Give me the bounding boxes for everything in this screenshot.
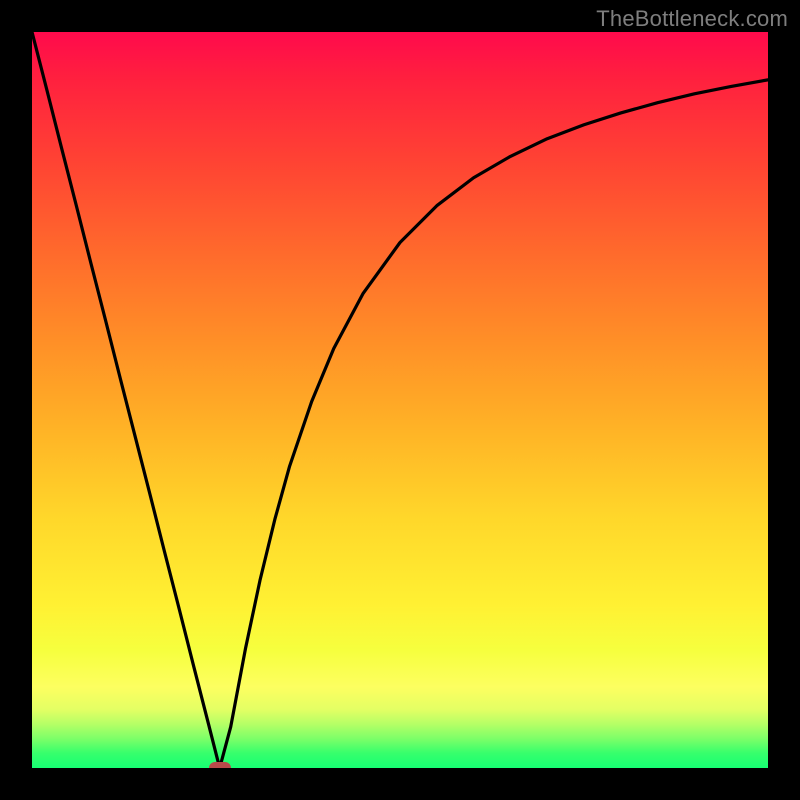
- watermark-text: TheBottleneck.com: [596, 6, 788, 32]
- optimal-point-marker: [209, 762, 231, 768]
- bottleneck-curve: [32, 32, 768, 768]
- plot-area: [32, 32, 768, 768]
- chart-frame: TheBottleneck.com: [0, 0, 800, 800]
